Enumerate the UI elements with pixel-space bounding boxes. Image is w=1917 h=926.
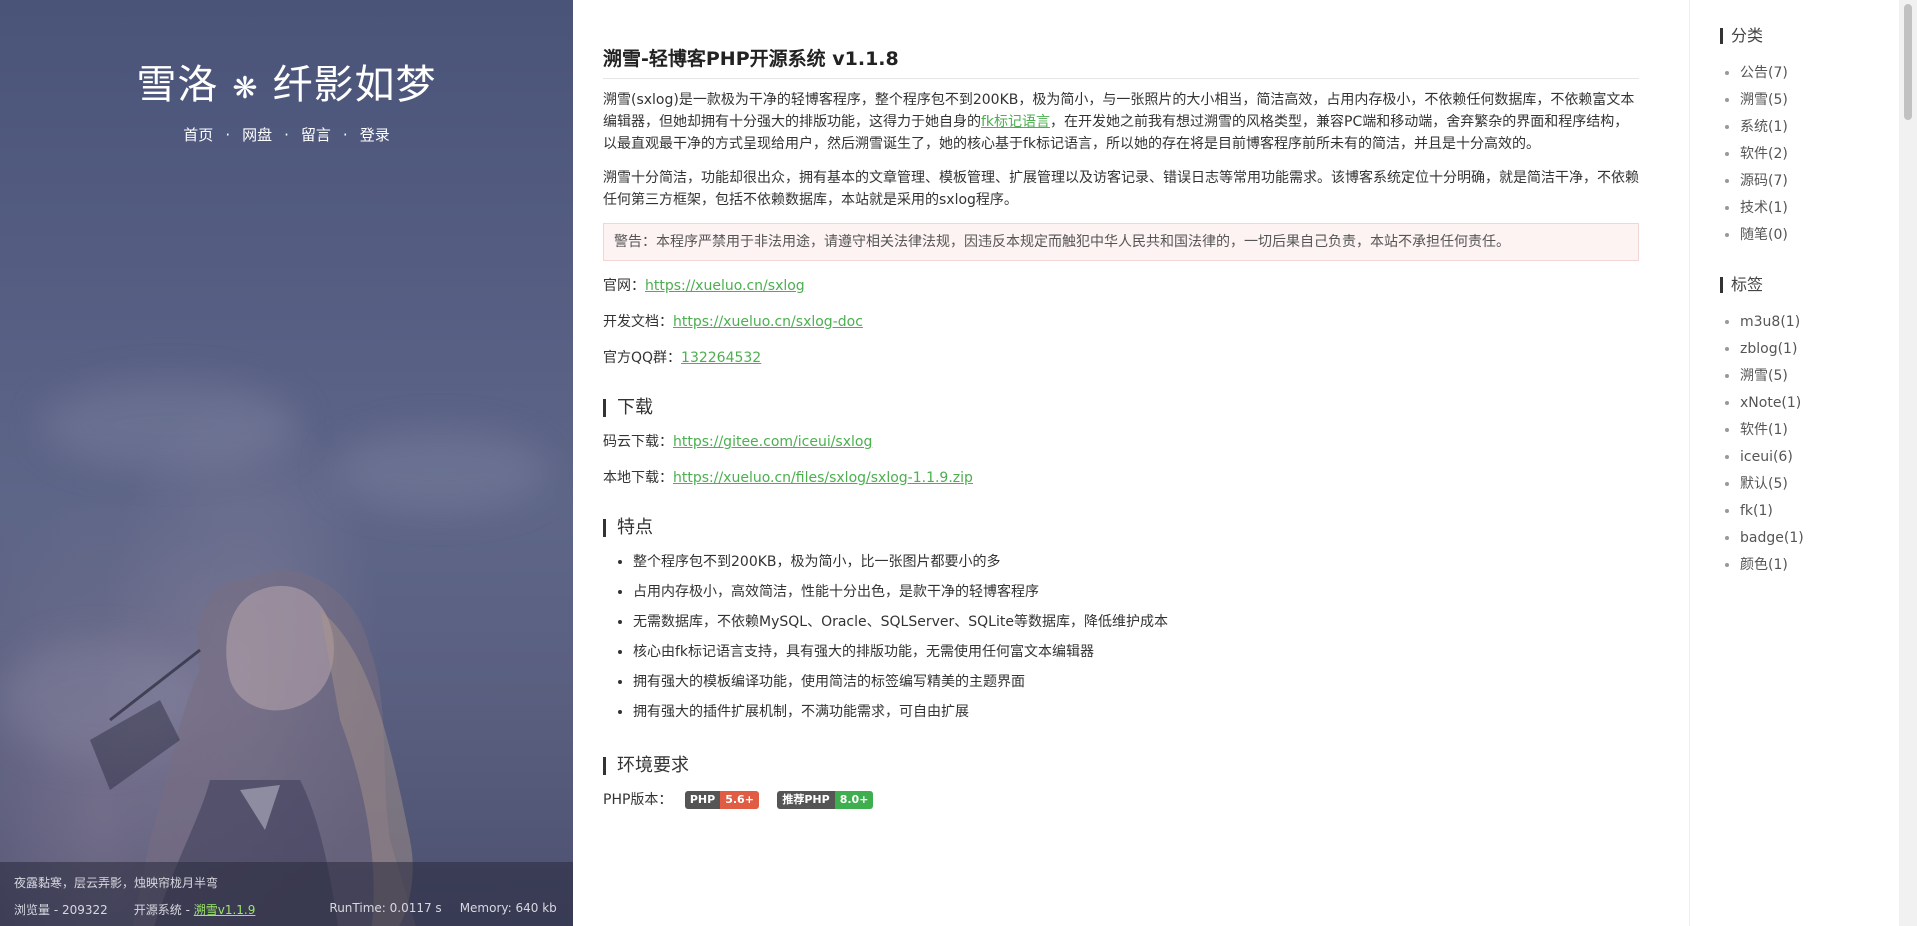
qq-group-line: 官方QQ群：132264532 [603,347,1654,369]
tag-item[interactable]: 颜色(1) [1740,552,1899,579]
tag-item[interactable]: m3u8(1) [1740,309,1899,336]
doc-label: 开发文档： [603,314,673,330]
nav-separator: · [342,126,348,144]
php-version-line: PHP版本： PHP 5.6+ 推荐PHP 8.0+ [603,789,1654,811]
nav-separator: · [225,126,231,144]
badge-left: 推荐PHP [777,791,835,809]
left-banner-panel: 雪洛 ❋ 纤影如梦 首页 · 网盘 · 留言 · 登录 夜露黏寒，层云弄影，烛映帘栊月半弯 浏览… [0,0,573,926]
categories-heading: 分类 [1720,28,1899,44]
site-title[interactable]: 雪洛 ❋ 纤影如梦 [0,52,573,110]
tags-heading: 标签 [1720,277,1899,293]
nav-item-login[interactable]: 登录 [360,126,390,144]
badge-right: 8.0+ [834,791,874,809]
nav-item-home[interactable]: 首页 [183,126,213,144]
post-title: 溯雪-轻博客PHP开源系统 v1.1.8 [603,48,1639,79]
left-footer: 夜露黏寒，层云弄影，烛映帘栊月半弯 浏览量 - 209322 开源系统 - 溯雪… [0,862,573,926]
tag-item[interactable]: 软件(1) [1740,417,1899,444]
list-item: 无需数据库，不依赖MySQL、Oracle、SQLServer、SQLite等数… [633,611,1654,633]
tag-item[interactable]: iceui(6) [1740,444,1899,471]
view-count: 浏览量 - 209322 [14,903,108,917]
category-item[interactable]: 溯雪(5) [1740,87,1899,114]
tag-item[interactable]: badge(1) [1740,525,1899,552]
feature-paragraph: 溯雪十分简洁，功能却很出众，拥有基本的文章管理、模板管理、扩展管理以及访客记录、… [603,170,1639,208]
category-item[interactable]: 软件(2) [1740,141,1899,168]
local-label: 本地下载： [603,470,673,486]
local-download-line: 本地下载：https://xueluo.cn/files/sxlog/sxlog… [603,467,1654,489]
tag-item[interactable]: fk(1) [1740,498,1899,525]
tag-item[interactable]: xNote(1) [1740,390,1899,417]
system-link[interactable]: 溯雪v1.1.9 [194,903,256,917]
doc-line: 开发文档：https://xueluo.cn/sxlog-doc [603,311,1654,333]
environment-heading: 环境要求 [603,757,1654,775]
list-item: 拥有强大的插件扩展机制，不满功能需求，可自由扩展 [633,701,1654,723]
site-title-left: 雪洛 [136,62,219,108]
runtime: RunTime: 0.0117 s [329,901,442,915]
snowflake-icon: ❋ [232,71,259,106]
qq-label: 官方QQ群： [603,350,682,366]
php-version-label: PHP版本： [603,792,673,808]
site-motto: 夜露黏寒，层云弄影，烛映帘栊月半弯 [14,876,219,890]
main-content: 溯雪-轻博客PHP开源系统 v1.1.8 溯雪(sxlog)是一款极为干净的轻博… [573,0,1689,926]
gitee-download-link[interactable]: https://gitee.com/iceui/sxlog [673,434,872,450]
list-item: 核心由fk标记语言支持，具有强大的排版功能，无需使用任何富文本编辑器 [633,641,1654,663]
category-item[interactable]: 随笔(0) [1740,222,1899,249]
gitee-label: 码云下载： [603,434,673,450]
scrollbar-thumb[interactable] [1904,4,1912,120]
tag-item[interactable]: 默认(5) [1740,471,1899,498]
local-download-link[interactable]: https://xueluo.cn/files/sxlog/sxlog-1.1.… [673,470,973,486]
intro-paragraph: 溯雪(sxlog)是一款极为干净的轻博客程序，整个程序包不到200KB，极为简小… [603,89,1639,155]
list-item: 整个程序包不到200KB，极为简小，比一张图片都要小的多 [633,551,1654,573]
warning-box: 警告：本程序严禁用于非法用途，请遵守相关法律法规，因违反本规定而触犯中华人民共和… [603,223,1639,261]
badge-left: PHP [684,791,721,809]
official-label: 官网： [603,278,645,294]
gitee-download-line: 码云下载：https://gitee.com/iceui/sxlog [603,431,1654,453]
nav-separator: · [284,126,289,144]
qq-group-link[interactable]: 132264532 [681,350,761,366]
list-item: 拥有强大的模板编译功能，使用简洁的标签编写精美的主题界面 [633,671,1654,693]
tag-item[interactable]: 溯雪(5) [1740,363,1899,390]
category-item[interactable]: 技术(1) [1740,195,1899,222]
badge-right: 5.6+ [720,791,759,809]
features-heading: 特点 [603,519,1654,537]
nav-item-guestbook[interactable]: 留言 [301,126,331,144]
php-min-badge: PHP 5.6+ [684,791,759,809]
tag-item[interactable]: zblog(1) [1740,336,1899,363]
right-sidebar: 分类 公告(7) 溯雪(5) 系统(1) 软件(2) 源码(7) 技术(1) 随… [1689,0,1899,926]
page-scrollbar[interactable] [1899,0,1917,926]
tag-list: m3u8(1) zblog(1) 溯雪(5) xNote(1) 软件(1) ic… [1740,309,1899,579]
php-recommended-badge: 推荐PHP 8.0+ [777,791,874,809]
nav-item-netdisk[interactable]: 网盘 [242,126,272,144]
doc-link[interactable]: https://xueluo.cn/sxlog-doc [673,314,863,330]
category-list: 公告(7) 溯雪(5) 系统(1) 软件(2) 源码(7) 技术(1) 随笔(0… [1740,60,1899,249]
memory: Memory: 640 kb [459,901,557,915]
official-site-link[interactable]: https://xueluo.cn/sxlog [645,278,805,294]
site-title-right: 纤影如梦 [272,62,437,108]
list-item: 占用内存极小，高效简洁，性能十分出色，是款干净的轻博客程序 [633,581,1654,603]
fk-language-link[interactable]: fk标记语言 [981,114,1050,130]
system-info: 开源系统 - 溯雪v1.1.9 [134,901,256,918]
official-site-line: 官网：https://xueluo.cn/sxlog [603,275,1654,297]
category-item[interactable]: 系统(1) [1740,114,1899,141]
system-label: 开源系统 - [133,903,194,917]
features-list: 整个程序包不到200KB，极为简小，比一张图片都要小的多 占用内存极小，高效简洁… [633,551,1654,723]
top-nav: 首页 · 网盘 · 留言 · 登录 [0,124,573,145]
category-item[interactable]: 源码(7) [1740,168,1899,195]
category-item[interactable]: 公告(7) [1740,60,1899,87]
download-heading: 下载 [603,399,1654,417]
